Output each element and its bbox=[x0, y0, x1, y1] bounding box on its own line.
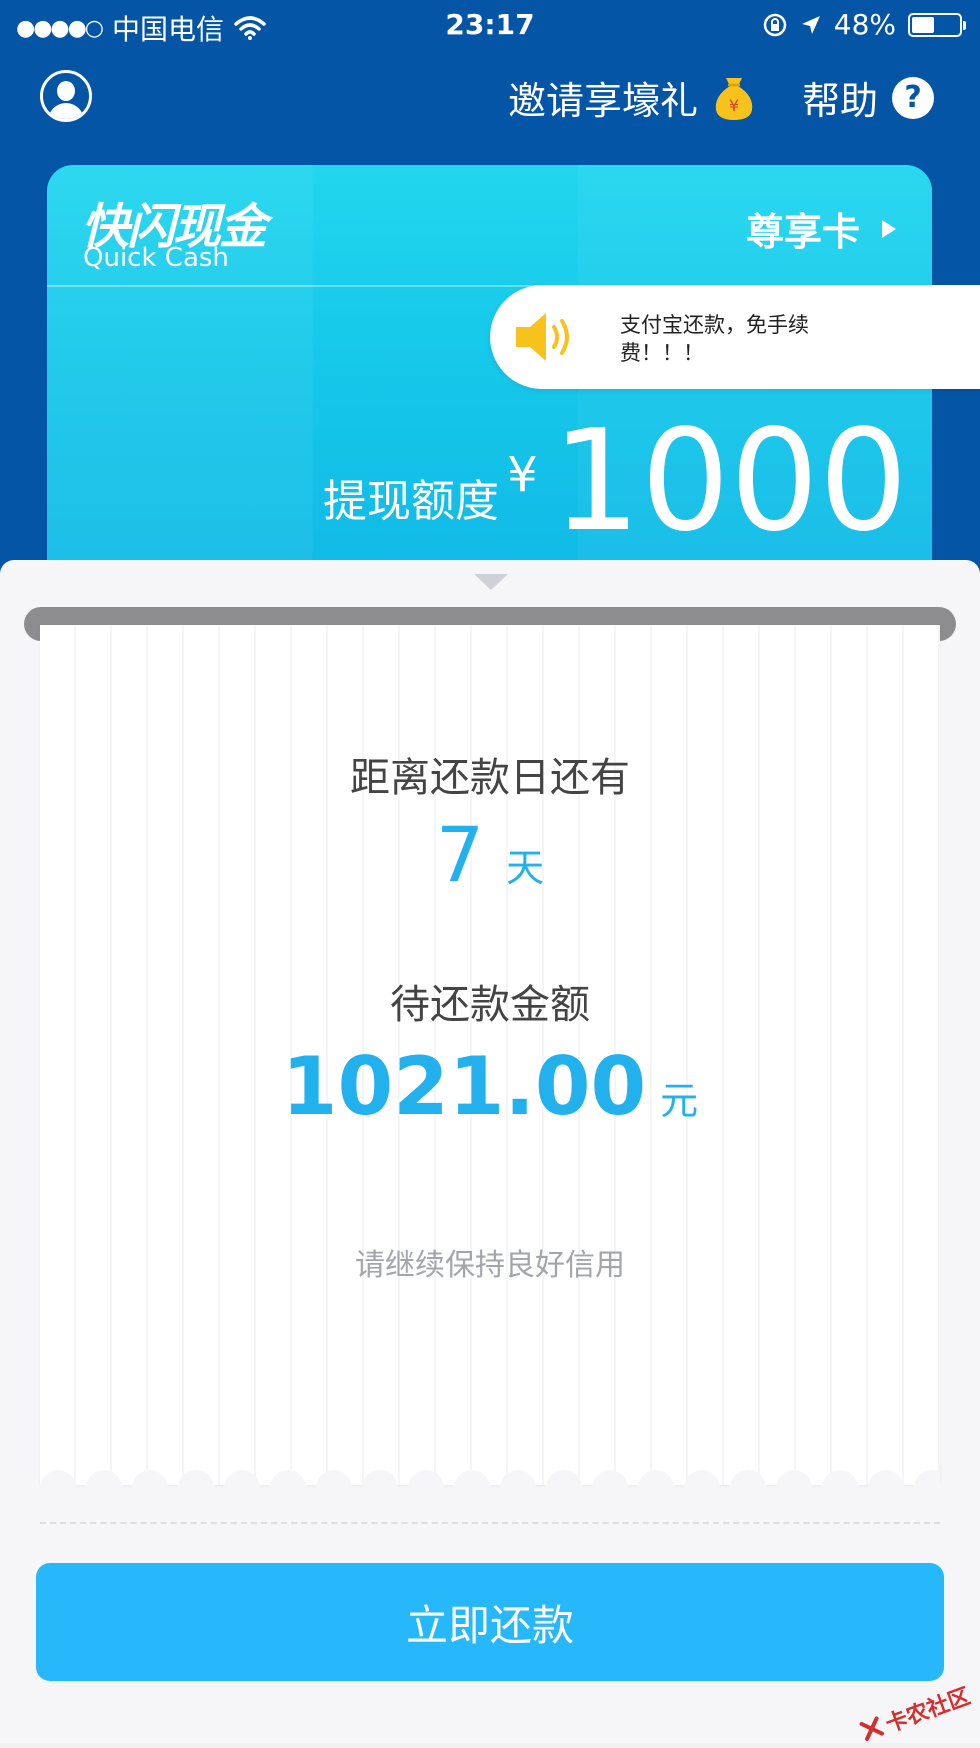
scallop bbox=[500, 1470, 536, 1506]
pointer-triangle-icon bbox=[474, 574, 508, 590]
scallop bbox=[914, 1470, 940, 1506]
scallop bbox=[40, 1470, 76, 1506]
scallop bbox=[546, 1470, 582, 1506]
due-amount-value: 1021.00 元 bbox=[0, 1040, 980, 1133]
days-unit: 天 bbox=[506, 846, 545, 890]
avatar-head bbox=[57, 81, 75, 101]
money-bag-icon: ¥ bbox=[712, 74, 756, 122]
announcement-text: 支付宝还款，免手续费！！！ bbox=[620, 313, 809, 365]
scallop bbox=[178, 1470, 214, 1506]
credit-reminder: 请继续保持良好信用 bbox=[355, 1248, 625, 1283]
scallop bbox=[592, 1470, 628, 1506]
location-arrow-icon bbox=[801, 15, 820, 34]
scallop bbox=[684, 1470, 720, 1506]
help-label: 帮助 bbox=[802, 79, 879, 123]
speaker-icon bbox=[516, 313, 569, 361]
perforation-line bbox=[40, 1522, 940, 1524]
premium-card-label: 尊享卡 bbox=[745, 210, 860, 254]
scallop bbox=[638, 1470, 674, 1506]
invite-label: 邀请享壕礼 bbox=[508, 79, 699, 123]
play-arrow-icon bbox=[882, 219, 896, 238]
user-avatar-icon[interactable] bbox=[40, 70, 92, 122]
scallop bbox=[316, 1470, 352, 1506]
question-mark-icon: ? bbox=[892, 76, 935, 119]
premium-card-link[interactable]: 尊享卡 bbox=[746, 201, 896, 256]
withdraw-limit-value: ¥1000 bbox=[507, 395, 908, 562]
scallop-row bbox=[40, 1470, 940, 1506]
status-bar: ●●●●○ 中国电信 23:17 48% bbox=[0, 0, 980, 50]
status-right: 48% bbox=[762, 8, 966, 41]
scallop bbox=[224, 1470, 260, 1506]
brand-subtitle: Quick Cash bbox=[83, 243, 229, 273]
days-remaining: 7 bbox=[435, 810, 485, 899]
repay-now-button[interactable]: 立即还款 bbox=[36, 1563, 944, 1681]
scallop bbox=[408, 1470, 444, 1506]
due-amount-label: 待还款金额 bbox=[390, 982, 590, 1028]
scallop bbox=[868, 1470, 904, 1506]
countdown-label: 距离还款日还有 bbox=[350, 755, 630, 801]
withdraw-limit-label: 提现额度 bbox=[323, 476, 499, 527]
currency-symbol: ¥ bbox=[507, 447, 538, 503]
scallop bbox=[776, 1470, 812, 1506]
receipt-scallop-edge bbox=[40, 1470, 940, 1510]
scallop bbox=[822, 1470, 858, 1506]
scallop bbox=[730, 1470, 766, 1506]
announcement-banner[interactable]: 支付宝还款，免手续费！！！ bbox=[490, 285, 980, 389]
scallop bbox=[86, 1470, 122, 1506]
countdown-value: 7天 bbox=[0, 810, 980, 899]
scallop bbox=[454, 1470, 490, 1506]
svg-text:¥: ¥ bbox=[729, 96, 739, 115]
limit-amount: 1000 bbox=[551, 400, 908, 563]
help-link[interactable]: 帮助 ? bbox=[802, 70, 935, 125]
battery-percent: 48% bbox=[833, 8, 896, 41]
scallop bbox=[362, 1470, 398, 1506]
invite-rewards-link[interactable]: 邀请享壕礼 ¥ bbox=[508, 70, 756, 125]
due-amount: 1021.00 bbox=[281, 1040, 647, 1133]
battery-icon bbox=[908, 12, 966, 37]
battery-fill bbox=[912, 16, 934, 33]
amount-unit: 元 bbox=[660, 1079, 699, 1123]
scallop bbox=[132, 1470, 168, 1506]
scallop bbox=[270, 1470, 306, 1506]
rotation-lock-icon bbox=[763, 13, 787, 36]
